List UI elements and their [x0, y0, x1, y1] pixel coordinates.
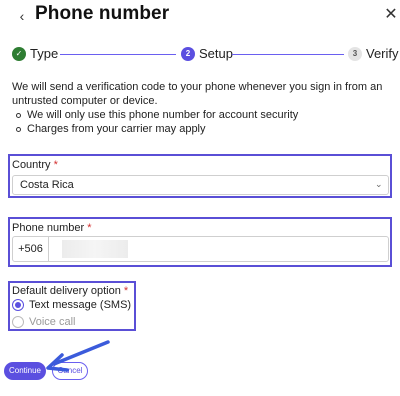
redacted-phone-value [62, 240, 128, 258]
radio-unselected-icon [12, 316, 24, 328]
radio-selected-icon[interactable] [12, 299, 24, 311]
phone-label: Phone number * [12, 222, 92, 234]
phone-number-input[interactable] [49, 237, 388, 261]
phone-label-text: Phone number [12, 222, 85, 234]
step-verify-label: Verify [366, 46, 399, 61]
dialog-header: ‹ Phone number ✕ [0, 0, 400, 32]
annotation-arrow-icon [46, 340, 110, 372]
list-item: We will only use this phone number for a… [16, 109, 386, 122]
close-icon[interactable]: ✕ [382, 5, 400, 25]
progress-stepper: ✓ Type 2 Setup 3 Verify [0, 44, 400, 66]
country-select[interactable]: Costa Rica ⌄ [12, 175, 389, 195]
check-icon: ✓ [12, 47, 26, 61]
required-marker: * [53, 159, 58, 171]
step-setup-marker: 2 [181, 47, 195, 61]
country-select-value: Costa Rica [20, 179, 74, 191]
chevron-down-icon: ⌄ [375, 179, 383, 189]
required-marker: * [87, 222, 92, 234]
list-item: Charges from your carrier may apply [16, 123, 386, 136]
step-connector [60, 54, 176, 55]
page-title: Phone number [35, 3, 170, 24]
step-connector [232, 54, 344, 55]
step-setup-label: Setup [199, 46, 233, 61]
radio-sms-label: Text message (SMS) [29, 299, 132, 311]
step-verify-marker: 3 [348, 47, 362, 61]
radio-voice-label: Voice call [29, 316, 76, 328]
step-type-label: Type [30, 46, 59, 61]
info-list: We will only use this phone number for a… [16, 109, 386, 137]
country-label: Country * [12, 159, 58, 171]
country-code-prefix: +506 [13, 237, 49, 261]
delivery-label: Default delivery option * [12, 285, 128, 297]
delivery-label-text: Default delivery option [12, 285, 121, 297]
required-marker: * [123, 285, 129, 297]
back-icon[interactable]: ‹ [14, 6, 30, 26]
phone-field: +506 [12, 236, 389, 262]
country-label-text: Country [12, 159, 51, 171]
intro-text: We will send a verification code to your… [12, 81, 383, 107]
